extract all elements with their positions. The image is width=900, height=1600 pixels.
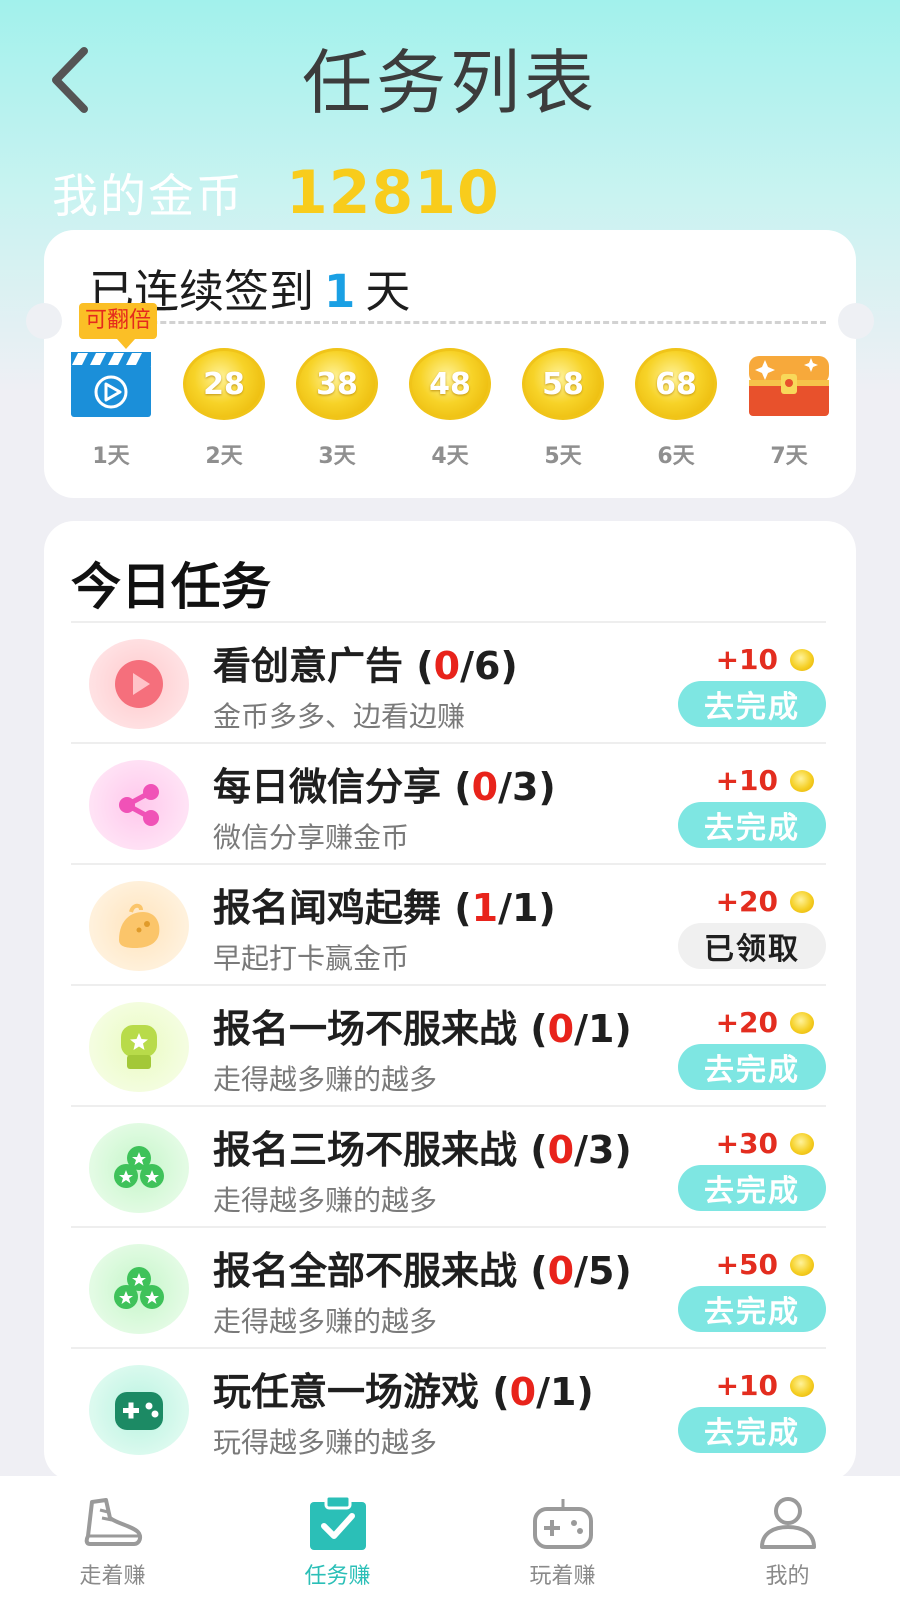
task-row: 报名三场不服来战 (0/3) 走得越多赚的越多 +30 去完成 <box>71 1105 826 1226</box>
day-label: 5天 <box>544 444 582 469</box>
share-icon <box>89 760 189 850</box>
day-label: 4天 <box>431 444 469 469</box>
day-label: 2天 <box>205 444 243 469</box>
task-list: 看创意广告 (0/6) 金币多多、边看边赚 +10 去完成 每日微信分享 (0/… <box>71 621 826 1468</box>
gamepad-icon <box>89 1365 189 1455</box>
task-title: 看创意广告 (0/6) <box>213 644 518 688</box>
task-reward: +10 <box>716 764 814 797</box>
signin-day-7[interactable]: 7天 <box>744 348 834 470</box>
my-coins: 我的金币 12810 <box>52 158 500 228</box>
task-description: 玩得越多赚的越多 <box>213 1426 438 1459</box>
three-stars-icon <box>89 1123 189 1213</box>
coins-label: 我的金币 <box>52 169 244 223</box>
task-action-button[interactable]: 去完成 <box>678 1165 826 1211</box>
task-description: 微信分享赚金币 <box>213 821 410 854</box>
coin-icon: 68 <box>635 348 717 420</box>
signin-days: 1天 28 2天 38 3天 48 4天 58 5天 68 6天 7天 <box>66 348 834 470</box>
bottom-nav: 走着赚 任务赚 玩着赚 我的 <box>0 1476 900 1600</box>
task-action-button[interactable]: 去完成 <box>678 681 826 727</box>
task-description: 走得越多赚的越多 <box>213 1063 438 1096</box>
task-description: 早起打卡赢金币 <box>213 942 410 975</box>
nav-item-walk[interactable]: 走着赚 <box>33 1494 193 1590</box>
task-row: 报名全部不服来战 (0/5) 走得越多赚的越多 +50 去完成 <box>71 1226 826 1347</box>
task-row: 每日微信分享 (0/3) 微信分享赚金币 +10 去完成 <box>71 742 826 863</box>
signin-card: 已连续签到 1 天 可翻倍 1天 28 2天 38 3天 48 4天 58 5天… <box>26 230 874 498</box>
nav-item-play[interactable]: 玩着赚 <box>483 1494 643 1590</box>
ticket-notch <box>26 303 62 339</box>
signin-day-4[interactable]: 48 4天 <box>405 348 495 470</box>
task-description: 金币多多、边看边赚 <box>213 700 466 733</box>
coin-icon <box>790 1253 814 1276</box>
task-action-button[interactable]: 去完成 <box>678 1286 826 1332</box>
coin-icon <box>790 890 814 913</box>
nav-label: 走着赚 <box>79 1564 146 1589</box>
coin-icon: 38 <box>296 348 378 420</box>
task-row: 报名一场不服来战 (0/1) 走得越多赚的越多 +20 去完成 <box>71 984 826 1105</box>
task-action-button[interactable]: 去完成 <box>678 802 826 848</box>
gamepad-icon <box>531 1494 595 1552</box>
boxing-glove-icon <box>89 1002 189 1092</box>
treasure-chest-icon <box>747 348 831 420</box>
coin-icon: 28 <box>183 348 265 420</box>
ticket-notch <box>838 303 874 339</box>
nav-item-tasks[interactable]: 任务赚 <box>258 1494 418 1590</box>
task-reward: +50 <box>716 1248 814 1281</box>
nav-label: 玩着赚 <box>529 1564 596 1589</box>
signin-day-2[interactable]: 28 2天 <box>179 348 269 470</box>
tasks-heading: 今日任务 <box>71 558 271 616</box>
day-label: 3天 <box>318 444 356 469</box>
task-row: 报名闻鸡起舞 (1/1) 早起打卡赢金币 +20 已领取 <box>71 863 826 984</box>
coin-icon <box>790 769 814 792</box>
signin-day-1[interactable]: 1天 <box>66 348 156 470</box>
double-reward-tag: 可翻倍 <box>79 303 158 349</box>
task-row: 玩任意一场游戏 (0/1) 玩得越多赚的越多 +10 去完成 <box>71 1347 826 1468</box>
coin-icon <box>790 1132 814 1155</box>
page-title: 任务列表 <box>302 42 598 124</box>
user-icon <box>756 1494 820 1552</box>
task-title: 报名全部不服来战 (0/5) <box>213 1249 632 1293</box>
task-claimed-button[interactable]: 已领取 <box>678 923 826 969</box>
nav-label: 任务赚 <box>304 1564 371 1589</box>
dashed-divider <box>88 321 826 324</box>
day-label: 1天 <box>92 444 130 469</box>
nav-item-me[interactable]: 我的 <box>708 1494 868 1590</box>
task-reward: +20 <box>716 1006 814 1039</box>
task-description: 走得越多赚的越多 <box>213 1184 438 1217</box>
task-title: 每日微信分享 (0/3) <box>213 765 556 809</box>
task-title: 玩任意一场游戏 (0/1) <box>213 1370 594 1414</box>
coin-icon <box>790 1374 814 1397</box>
task-action-button[interactable]: 去完成 <box>678 1044 826 1090</box>
signin-day-3[interactable]: 38 3天 <box>292 348 382 470</box>
nav-label: 我的 <box>765 1564 810 1589</box>
task-title: 报名闻鸡起舞 (1/1) <box>213 886 556 930</box>
video-clapper-icon <box>69 348 153 420</box>
day-label: 7天 <box>770 444 808 469</box>
sneaker-icon <box>81 1494 145 1552</box>
day-label: 6天 <box>657 444 695 469</box>
task-description: 走得越多赚的越多 <box>213 1305 438 1338</box>
coin-icon: 58 <box>522 348 604 420</box>
chick-icon <box>89 881 189 971</box>
task-reward: +20 <box>716 885 814 918</box>
clipboard-check-icon <box>306 1494 370 1552</box>
signin-day-6[interactable]: 68 6天 <box>631 348 721 470</box>
task-reward: +10 <box>716 643 814 676</box>
tasks-card: 今日任务 看创意广告 (0/6) 金币多多、边看边赚 +10 去完成 每日微信分… <box>44 521 856 1481</box>
task-title: 报名三场不服来战 (0/3) <box>213 1128 632 1172</box>
task-row: 看创意广告 (0/6) 金币多多、边看边赚 +10 去完成 <box>71 621 826 742</box>
streak-count: 1 <box>324 265 356 318</box>
coins-value: 12810 <box>286 158 500 228</box>
three-stars-icon <box>89 1244 189 1334</box>
coin-icon <box>790 648 814 671</box>
coin-icon <box>790 1011 814 1034</box>
signin-day-5[interactable]: 58 5天 <box>518 348 608 470</box>
play-icon <box>89 639 189 729</box>
coin-icon: 48 <box>409 348 491 420</box>
task-action-button[interactable]: 去完成 <box>678 1407 826 1453</box>
streak-suffix: 天 <box>365 265 411 318</box>
task-reward: +30 <box>716 1127 814 1160</box>
task-title: 报名一场不服来战 (0/1) <box>213 1007 632 1051</box>
task-reward: +10 <box>716 1369 814 1402</box>
